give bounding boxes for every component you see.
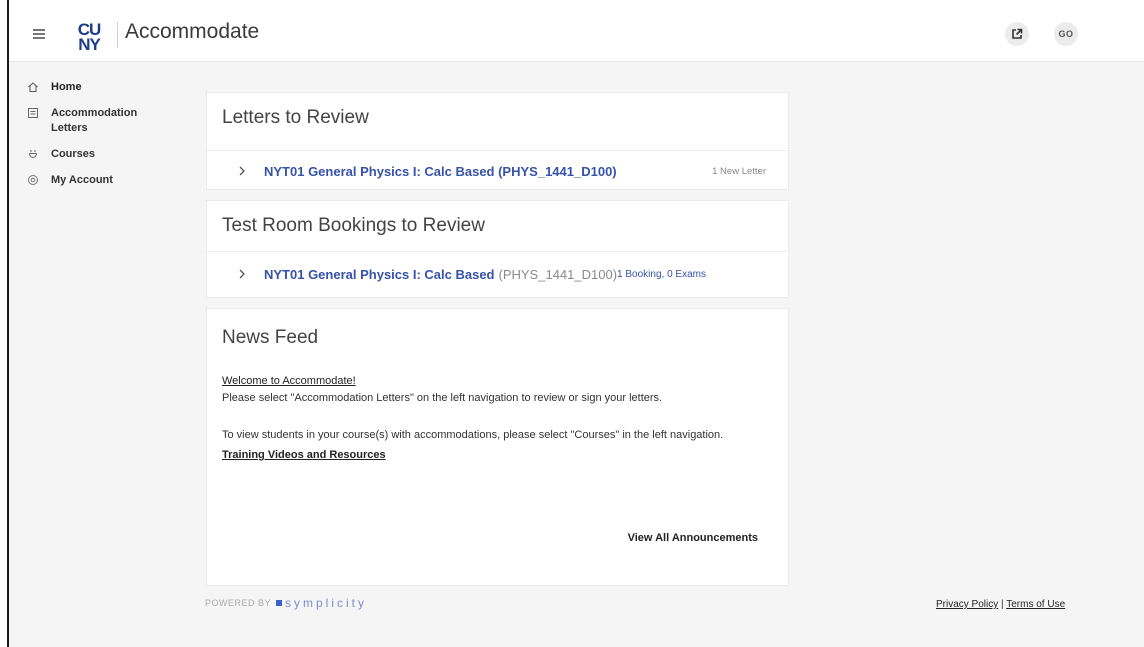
sidebar-nav: Home Accommodation Letters Courses My Ac… — [27, 80, 187, 199]
sidebar-item-label: Home — [51, 81, 82, 93]
sidebar-item-label: My Account — [51, 174, 113, 186]
symplicity-logo-square-icon — [276, 600, 283, 606]
account-icon — [28, 175, 38, 185]
course-link[interactable]: NYT01 General Physics I: Calc Based — [264, 267, 495, 282]
chevron-right-icon[interactable] — [238, 166, 246, 176]
booking-count-link[interactable]: 1 Booking, 0 Exams — [617, 269, 706, 280]
sidebar-item-label: Accommodation Letters — [51, 107, 138, 134]
hamburger-menu-icon[interactable] — [33, 29, 45, 39]
footer-links: Privacy Policy | Terms of Use — [936, 599, 1065, 610]
letters-icon — [28, 108, 38, 118]
welcome-link[interactable]: Welcome to Accommodate! — [222, 375, 356, 387]
view-all-announcements-link[interactable]: View All Announcements — [628, 532, 758, 544]
bookings-course-row[interactable]: NYT01 General Physics I: Calc Based (PHY… — [207, 252, 788, 296]
top-header: CU NY Accommodate GO — [9, 0, 1144, 62]
user-avatar-button[interactable]: GO — [1054, 22, 1078, 46]
logo-divider — [117, 22, 118, 48]
letters-course-row[interactable]: NYT01 General Physics I: Calc Based (PHY… — [207, 151, 788, 191]
letters-to-review-card: Letters to Review NYT01 General Physics … — [206, 92, 789, 190]
course-code: (PHYS_1441_D100) — [498, 266, 618, 282]
external-link-button[interactable] — [1005, 22, 1029, 46]
test-room-bookings-card: Test Room Bookings to Review NYT01 Gener… — [206, 200, 789, 298]
news-body: Welcome to Accommodate! Please select "A… — [207, 373, 788, 464]
card-title: Test Room Bookings to Review — [222, 215, 485, 236]
external-link-icon — [1012, 28, 1023, 39]
course-link[interactable]: NYT01 General Physics I: Calc Based (PHY… — [264, 164, 617, 179]
card-title: Letters to Review — [222, 107, 369, 128]
sidebar-item-label: Courses — [51, 148, 96, 160]
app-title: Accommodate — [125, 20, 260, 43]
news-line-1: Please select "Accommodation Letters" on… — [222, 392, 663, 404]
cuny-logo[interactable]: CU NY — [67, 20, 111, 54]
sidebar-item-home[interactable]: Home — [27, 80, 187, 95]
news-line-2: To view students in your course(s) with … — [222, 429, 724, 441]
powered-by-label: POWERED BY — [205, 598, 272, 608]
logo-line-2: NY — [78, 35, 101, 54]
courses-icon — [29, 150, 37, 158]
new-letter-count: 1 New Letter — [712, 165, 766, 177]
symplicity-brand: symplicity — [285, 596, 368, 610]
footer-separator: | — [1001, 599, 1004, 610]
terms-of-use-link[interactable]: Terms of Use — [1006, 599, 1065, 610]
privacy-policy-link[interactable]: Privacy Policy — [936, 599, 998, 610]
sidebar-item-courses[interactable]: Courses — [27, 147, 187, 162]
training-videos-link[interactable]: Training Videos and Resources — [222, 449, 386, 461]
card-title: News Feed — [222, 327, 319, 348]
news-feed-card: News Feed Welcome to Accommodate! Please… — [206, 308, 789, 586]
home-icon — [28, 82, 38, 92]
sidebar-item-accommodation-letters[interactable]: Accommodation Letters — [27, 106, 187, 136]
chevron-right-icon[interactable] — [238, 269, 246, 279]
powered-by-footer: POWERED BY symplicity — [205, 596, 367, 610]
sidebar-item-my-account[interactable]: My Account — [27, 173, 187, 188]
